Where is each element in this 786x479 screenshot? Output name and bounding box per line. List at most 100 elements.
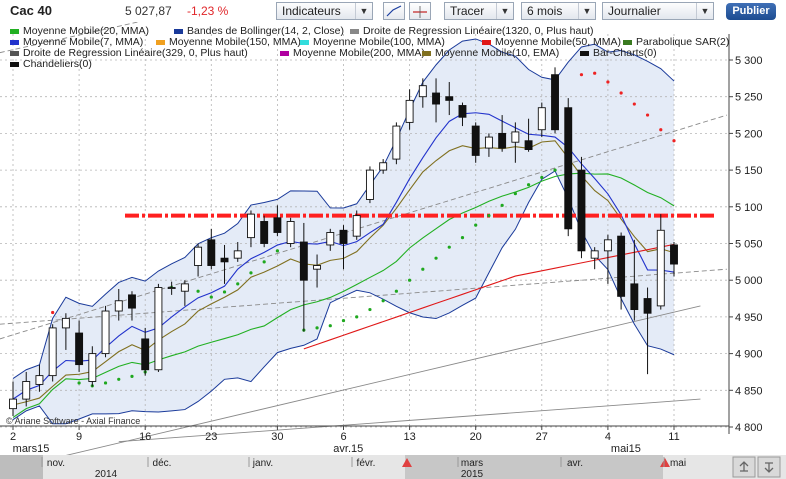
candle-body bbox=[603, 239, 612, 252]
period-select-label: 6 mois bbox=[527, 4, 563, 18]
candle-body bbox=[194, 246, 203, 266]
legend-item: Chandeliers(0) bbox=[10, 59, 92, 70]
date-tick-label: 13 bbox=[403, 431, 415, 443]
interval-select[interactable]: Journalier ▼ bbox=[602, 2, 714, 20]
sar-dot bbox=[368, 307, 372, 312]
sar-dot bbox=[103, 381, 108, 385]
legend-label: Moyenne Mobile(200, MMA) bbox=[293, 47, 425, 59]
candle-body bbox=[22, 381, 31, 400]
candle-body bbox=[643, 298, 652, 314]
candle-body bbox=[75, 332, 84, 366]
candle-body bbox=[48, 327, 57, 377]
candle-body bbox=[299, 241, 308, 281]
month-tick-label: mars15 bbox=[13, 443, 50, 455]
candle-body bbox=[286, 221, 295, 244]
navigator-month-label: févr. bbox=[357, 458, 376, 469]
sar-dot bbox=[553, 168, 557, 172]
navigator-month-label: avr. bbox=[567, 458, 583, 469]
sar-dot bbox=[619, 91, 623, 95]
candle-body bbox=[35, 375, 44, 385]
navigator-left-pad bbox=[0, 455, 43, 479]
candle-body bbox=[273, 217, 282, 233]
date-tick-label: 11 bbox=[668, 431, 679, 443]
line-chart-icon bbox=[386, 5, 402, 17]
price-tick-label: 5 100 bbox=[735, 202, 763, 214]
sar-dot bbox=[540, 175, 544, 180]
date-tick-label: 23 bbox=[205, 431, 217, 443]
candle-body bbox=[114, 300, 123, 312]
candle-body bbox=[128, 294, 136, 309]
candle-body bbox=[141, 338, 150, 371]
legend-item: Bar-Charts(0) bbox=[580, 48, 657, 59]
sar-dot bbox=[328, 324, 332, 328]
publish-button[interactable]: Publier bbox=[726, 3, 776, 20]
price-tick-label: 5 150 bbox=[735, 165, 763, 177]
sar-dot bbox=[315, 326, 319, 330]
price-tick-label: 4 900 bbox=[735, 349, 763, 361]
line-chart-button[interactable] bbox=[383, 2, 405, 20]
date-tick-label: 9 bbox=[76, 431, 82, 443]
candle-body bbox=[167, 287, 176, 289]
sar-dot bbox=[222, 290, 227, 294]
candle-body bbox=[220, 257, 229, 263]
candle-body bbox=[9, 398, 17, 410]
sar-dot bbox=[249, 271, 253, 275]
candle-body bbox=[656, 229, 665, 307]
legend-swatch bbox=[482, 39, 491, 45]
candle-body bbox=[379, 162, 388, 171]
sar-dot bbox=[672, 139, 676, 143]
sar-dot bbox=[408, 278, 412, 282]
sar-dot bbox=[474, 223, 478, 227]
date-tick-label: 30 bbox=[271, 431, 283, 443]
sar-dot bbox=[77, 381, 81, 385]
candle-body bbox=[445, 96, 454, 101]
candle-body bbox=[590, 250, 599, 259]
candle-body bbox=[511, 131, 520, 143]
navigator-month-label: nov. bbox=[47, 458, 65, 469]
sar-dot bbox=[275, 249, 279, 253]
sar-dot bbox=[196, 289, 200, 293]
sar-dot bbox=[117, 377, 121, 381]
sar-dot bbox=[606, 80, 610, 84]
navigator-month-label: mars bbox=[461, 458, 483, 469]
month-tick-label: avr.15 bbox=[333, 443, 363, 455]
price-tick-label: 5 000 bbox=[735, 275, 763, 287]
price-tick-label: 5 200 bbox=[735, 128, 763, 140]
navigator-month-label: déc. bbox=[153, 458, 172, 469]
legend-swatch bbox=[422, 50, 431, 56]
sar-dot bbox=[645, 113, 650, 117]
horizontal-line-icon bbox=[413, 6, 427, 18]
candle-body bbox=[551, 74, 559, 131]
sar-dot bbox=[51, 310, 55, 315]
sar-dot bbox=[434, 256, 438, 260]
date-tick-label: 2 bbox=[10, 431, 16, 443]
horizontal-line-button[interactable] bbox=[409, 2, 431, 20]
candle-body bbox=[564, 107, 573, 230]
top-toolbar: Cac 40 5 027,87 -1,23 % Indicateurs ▼ Tr… bbox=[0, 0, 786, 22]
candle-body bbox=[326, 232, 335, 246]
sar-dot bbox=[262, 260, 266, 264]
timeline-navigator[interactable]: nov. déc. janv. févr. mars avr. mai 2014 2015 bbox=[0, 455, 786, 479]
sar-dot bbox=[381, 299, 385, 303]
navigator-month-label: janv. bbox=[252, 458, 273, 469]
price-tick-label: 5 300 bbox=[735, 55, 763, 67]
candle-body bbox=[471, 125, 480, 156]
sar-dot bbox=[355, 315, 359, 319]
date-tick-label: 27 bbox=[536, 431, 548, 443]
interval-select-label: Journalier bbox=[608, 4, 661, 18]
legend-swatch bbox=[300, 39, 309, 45]
candle-body bbox=[630, 283, 639, 311]
navigator-year-label: 2015 bbox=[461, 469, 484, 479]
candle-body bbox=[484, 136, 493, 149]
instrument-price: 5 027,87 bbox=[125, 4, 172, 18]
chevron-down-icon: ▼ bbox=[578, 3, 595, 19]
instrument-name: Cac 40 bbox=[10, 3, 52, 18]
indicators-dropdown[interactable]: Indicateurs ▼ bbox=[276, 2, 373, 20]
period-select[interactable]: 6 mois ▼ bbox=[521, 2, 596, 20]
draw-dropdown[interactable]: Tracer ▼ bbox=[444, 2, 514, 20]
sar-dot bbox=[209, 295, 213, 299]
legend-label: Bar-Charts(0) bbox=[593, 47, 657, 59]
candle-body bbox=[313, 265, 322, 270]
date-tick-label: 16 bbox=[139, 431, 151, 443]
candle-body bbox=[61, 317, 70, 329]
